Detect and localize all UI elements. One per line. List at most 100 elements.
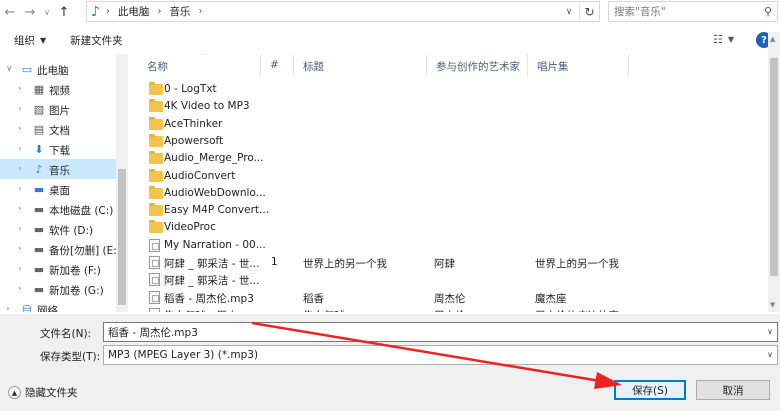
nav-item-label: 下载 [49, 145, 70, 157]
file-list-scrollbar-thumb[interactable] [770, 58, 778, 276]
column-header-name[interactable]: 名称 [147, 59, 168, 74]
forward-button[interactable]: → [20, 1, 40, 23]
chevron-right-icon[interactable]: › [18, 244, 22, 254]
file-name: 稻香 - 周杰伦.mp3 [164, 292, 254, 305]
file-row[interactable]: AudioWebDownlo... [144, 185, 744, 202]
scroll-down-icon[interactable]: ▼ [770, 301, 775, 309]
chevron-right-icon[interactable]: › [18, 184, 22, 194]
caret-down-icon: ▼ [40, 35, 47, 45]
track-album: 魔杰座 [535, 292, 567, 305]
file-row[interactable]: 阿肆 _ 郭采洁 - 世... [144, 271, 744, 288]
nav-item[interactable]: › ▬ 备份[勿删] (E:) [0, 239, 128, 259]
filename-label: 文件名(N): [40, 328, 92, 340]
chevron-right-icon[interactable]: › [18, 264, 22, 274]
chevron-right-icon[interactable]: › [18, 124, 22, 134]
nav-item-label: 视频 [49, 85, 70, 97]
column-divider[interactable] [628, 54, 629, 76]
nav-item[interactable]: › ▬ 本地磁盘 (C:) [0, 199, 128, 219]
filetype-select[interactable]: MP3 (MPEG Layer 3) (*.mp3) ∨ [103, 345, 778, 365]
file-row[interactable]: 0 - LogTxt [144, 81, 744, 98]
nav-item[interactable]: › ▦ 视频 [0, 79, 128, 99]
search-placeholder: 搜索"音乐" [614, 6, 666, 18]
drive-icon: ▬ [33, 242, 45, 256]
column-header-album[interactable]: 唱片集 [537, 59, 569, 74]
chevron-down-icon[interactable]: ∨ [767, 327, 773, 336]
music-icon: ♪ [91, 3, 100, 20]
search-input[interactable]: 搜索"音乐" ⚲ [608, 1, 778, 22]
column-divider[interactable] [527, 54, 528, 76]
refresh-icon[interactable]: ↻ [579, 2, 599, 21]
file-row[interactable]: Easy M4P Convert... [144, 202, 744, 219]
filename-input[interactable]: 稻香 - 周杰伦.mp3 ∨ [103, 322, 778, 342]
column-header-artists[interactable]: 参与创作的艺术家 [436, 59, 520, 74]
nav-item[interactable]: › ▧ 图片 [0, 99, 128, 119]
folder-icon [149, 116, 163, 130]
drive-icon: ▬ [33, 202, 45, 216]
up-button[interactable]: ↑ [54, 1, 74, 23]
scroll-up-icon[interactable]: ▲ [770, 35, 775, 43]
recent-locations-icon[interactable]: ∨ [40, 1, 54, 23]
file-row[interactable]: Apowersoft [144, 133, 744, 150]
nav-scrollbar[interactable] [116, 54, 128, 312]
file-name: 阿肆 _ 郭采洁 - 世... [164, 258, 260, 270]
chevron-down-icon: ∨ [767, 350, 773, 359]
save-button[interactable]: 保存(S) [614, 380, 686, 400]
nav-item[interactable]: › ▬ 软件 (D:) [0, 219, 128, 239]
file-row[interactable]: 稻香 - 周杰伦.mp3 稻香 周杰伦 魔杰座 [144, 289, 744, 306]
chevron-right-icon[interactable]: › [18, 284, 22, 294]
breadcrumb-this-pc[interactable]: 此电脑 [118, 4, 150, 19]
view-options-button[interactable]: ☷ ▼ [713, 33, 734, 46]
chevron-right-icon[interactable]: › [18, 164, 22, 174]
chevron-right-icon[interactable]: › [18, 84, 22, 94]
file-row[interactable]: My Narration - 00... [144, 237, 744, 254]
file-row[interactable]: AceThinker [144, 116, 744, 133]
chevron-right-icon[interactable]: › [18, 144, 22, 154]
nav-item[interactable]: › ▤ 文档 [0, 119, 128, 139]
file-row[interactable]: 告白气球 - 周杰... 告白气球 周杰伦 周杰伦的床边故事 [144, 306, 744, 312]
file-name: My Narration - 00... [164, 238, 266, 251]
nav-item[interactable]: ∨ ▭ 此电脑 [0, 59, 128, 79]
chevron-down-icon[interactable]: ∨ [561, 2, 577, 21]
file-list: ^ 名称 # 标题 参与创作的艺术家 唱片集 0 - LogTxt 4K Vide… [130, 54, 767, 312]
chevron-right-icon[interactable]: › [18, 224, 22, 234]
chevron-up-icon: ▲ [8, 386, 21, 399]
audio-file-icon [149, 290, 160, 304]
computer-icon: ▭ [21, 62, 33, 76]
file-row[interactable]: AudioConvert [144, 168, 744, 185]
column-divider[interactable] [260, 54, 261, 76]
nav-item[interactable]: › ▬ 新加卷 (G:) [0, 279, 128, 299]
file-row[interactable]: Audio_Merge_Pro... [144, 150, 744, 167]
organize-button[interactable]: 组织 ▼ [14, 33, 46, 48]
nav-item[interactable]: › ♪ 音乐 [0, 159, 128, 179]
nav-item-label: 本地磁盘 (C:) [49, 205, 114, 217]
column-divider[interactable] [426, 54, 427, 76]
chevron-down-icon[interactable]: ∨ [6, 64, 13, 74]
track-album: 周杰伦的床边故事 [535, 308, 619, 312]
new-folder-button[interactable]: 新建文件夹 [70, 33, 123, 48]
cancel-button[interactable]: 取消 [696, 380, 770, 400]
column-header-title[interactable]: 标题 [303, 59, 324, 74]
file-list-scrollbar[interactable]: ▲ ▼ [768, 32, 780, 312]
save-as-dialog: ← → ∨ ↑ ♪ › 此电脑 › 音乐 › ∨ ↻ 搜索"音乐" ⚲ 组织 ▼… [0, 0, 780, 411]
filetype-label: 保存类型(T): [40, 351, 101, 363]
chevron-right-icon[interactable]: › [18, 104, 22, 114]
breadcrumb-music[interactable]: 音乐 [169, 4, 190, 19]
chevron-right-icon[interactable]: › [6, 304, 10, 312]
address-bar[interactable]: ♪ › 此电脑 › 音乐 › ∨ ↻ [86, 1, 600, 22]
column-header-number[interactable]: # [270, 59, 279, 71]
video-icon: ▦ [33, 82, 45, 96]
chevron-right-icon[interactable]: › [18, 204, 22, 214]
file-row[interactable]: 4K Video to MP3 [144, 98, 744, 115]
hide-folders-button[interactable]: ▲ 隐藏文件夹 [8, 385, 78, 400]
column-divider[interactable] [293, 54, 294, 76]
nav-item[interactable]: › ▬ 新加卷 (F:) [0, 259, 128, 279]
back-button[interactable]: ← [0, 1, 20, 23]
nav-item[interactable]: › ▬ 桌面 [0, 179, 128, 199]
file-row[interactable]: 阿肆 _ 郭采洁 - 世... 1 世界上的另一个我 阿肆 世界上的另一个我 [144, 254, 744, 271]
nav-item[interactable]: › ⛁ 网络 [0, 299, 128, 313]
file-row[interactable]: VideoProc [144, 219, 744, 236]
file-name: 0 - LogTxt [164, 83, 217, 95]
nav-item[interactable]: › ⬇ 下载 [0, 139, 128, 159]
file-name: AceThinker [164, 117, 223, 130]
nav-scrollbar-thumb[interactable] [118, 169, 126, 305]
